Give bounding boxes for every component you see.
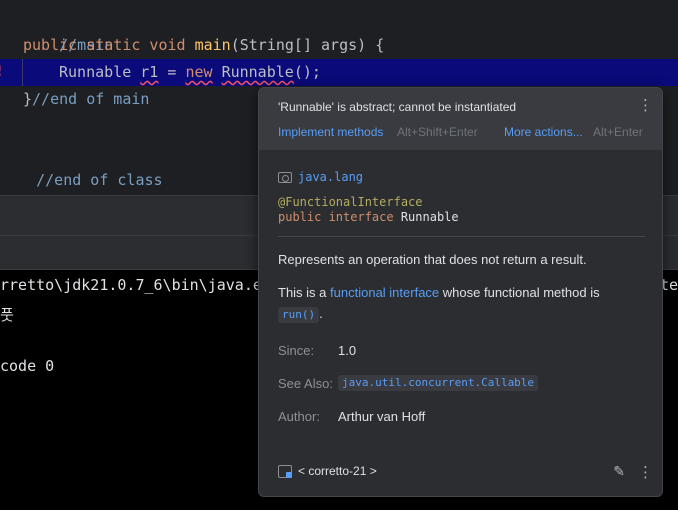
more-actions-shortcut: Alt+Enter	[593, 125, 643, 139]
package-row: java.lang	[278, 169, 363, 185]
error-documentation-popup[interactable]: 'Runnable' is abstract; cannot be instan…	[258, 87, 663, 497]
annotation: @FunctionalInterface	[278, 195, 423, 209]
variable-r1[interactable]: r1	[140, 63, 158, 81]
code-line-3[interactable]: Runnable r1 = new Runnable();	[59, 59, 321, 86]
statement-end: ();	[293, 63, 321, 81]
closing-brace: }	[23, 90, 33, 108]
comment-end-of-main: //end of main	[32, 90, 150, 108]
note-suffix: whose functional method is	[442, 285, 600, 300]
edit-pencil-icon[interactable]: ✎	[613, 464, 625, 480]
error-icon[interactable]: !	[0, 64, 8, 82]
code-line-4[interactable]: }//end of main	[23, 86, 149, 113]
since-label: Since:	[278, 343, 315, 358]
more-actions-link[interactable]: More actions...	[504, 125, 583, 139]
keyword-public-static-void: public static void	[23, 36, 186, 54]
more-options-bottom-icon[interactable]: ⋮	[638, 465, 653, 480]
console-line-2: 풋	[0, 306, 14, 324]
console-line-1: rretto\jdk21.0.7_6\bin\java.e	[0, 276, 262, 294]
since-value: 1.0	[338, 343, 357, 358]
see-also-row: java.util.concurrent.Callable	[338, 374, 539, 391]
run-method-link[interactable]: run()	[278, 307, 320, 323]
popup-error-header: 'Runnable' is abstract; cannot be instan…	[259, 88, 662, 150]
library-row: < corretto-21 >	[278, 464, 377, 478]
assign-operator: =	[158, 63, 186, 81]
see-also-link[interactable]: java.util.concurrent.Callable	[338, 375, 539, 391]
method-signature-rest: (String[] args) {	[230, 36, 385, 54]
functional-interface-note: This is a functional interface whose fun…	[278, 285, 600, 300]
comment-end-of-class: //end of class	[36, 171, 163, 189]
see-also-label: See Also:	[278, 376, 333, 391]
functional-interface-link[interactable]: functional interface	[330, 285, 439, 300]
console-line-3: code 0	[0, 357, 55, 375]
signature-class: Runnable	[400, 210, 459, 224]
author-value: Arthur van Hoff	[338, 409, 426, 424]
implement-methods-link[interactable]: Implement methods	[278, 125, 383, 139]
library-icon	[278, 464, 292, 478]
library-name[interactable]: < corretto-21 >	[298, 464, 377, 478]
implement-methods-shortcut: Alt+Shift+Enter	[397, 125, 478, 139]
signature: public interface Runnable	[278, 210, 459, 224]
method-name-main: main	[194, 36, 231, 54]
package-icon	[278, 171, 292, 183]
keyword-new[interactable]: new	[185, 63, 212, 81]
class-runnable-error[interactable]: Runnable	[222, 63, 294, 81]
code-line-2[interactable]: public static void main(String[] args) {	[23, 32, 384, 59]
note-prefix: This is a	[278, 285, 327, 300]
package-link[interactable]: java.lang	[298, 170, 363, 184]
more-options-icon[interactable]: ⋮	[638, 98, 653, 113]
type-runnable: Runnable	[59, 63, 132, 81]
functional-method-row: run().	[278, 306, 323, 323]
divider	[278, 236, 645, 237]
doc-description: Represents an operation that does not re…	[278, 252, 587, 267]
signature-keywords: public interface	[278, 210, 394, 224]
note-end: .	[319, 306, 323, 321]
author-label: Author:	[278, 409, 320, 424]
error-message: 'Runnable' is abstract; cannot be instan…	[278, 100, 517, 114]
